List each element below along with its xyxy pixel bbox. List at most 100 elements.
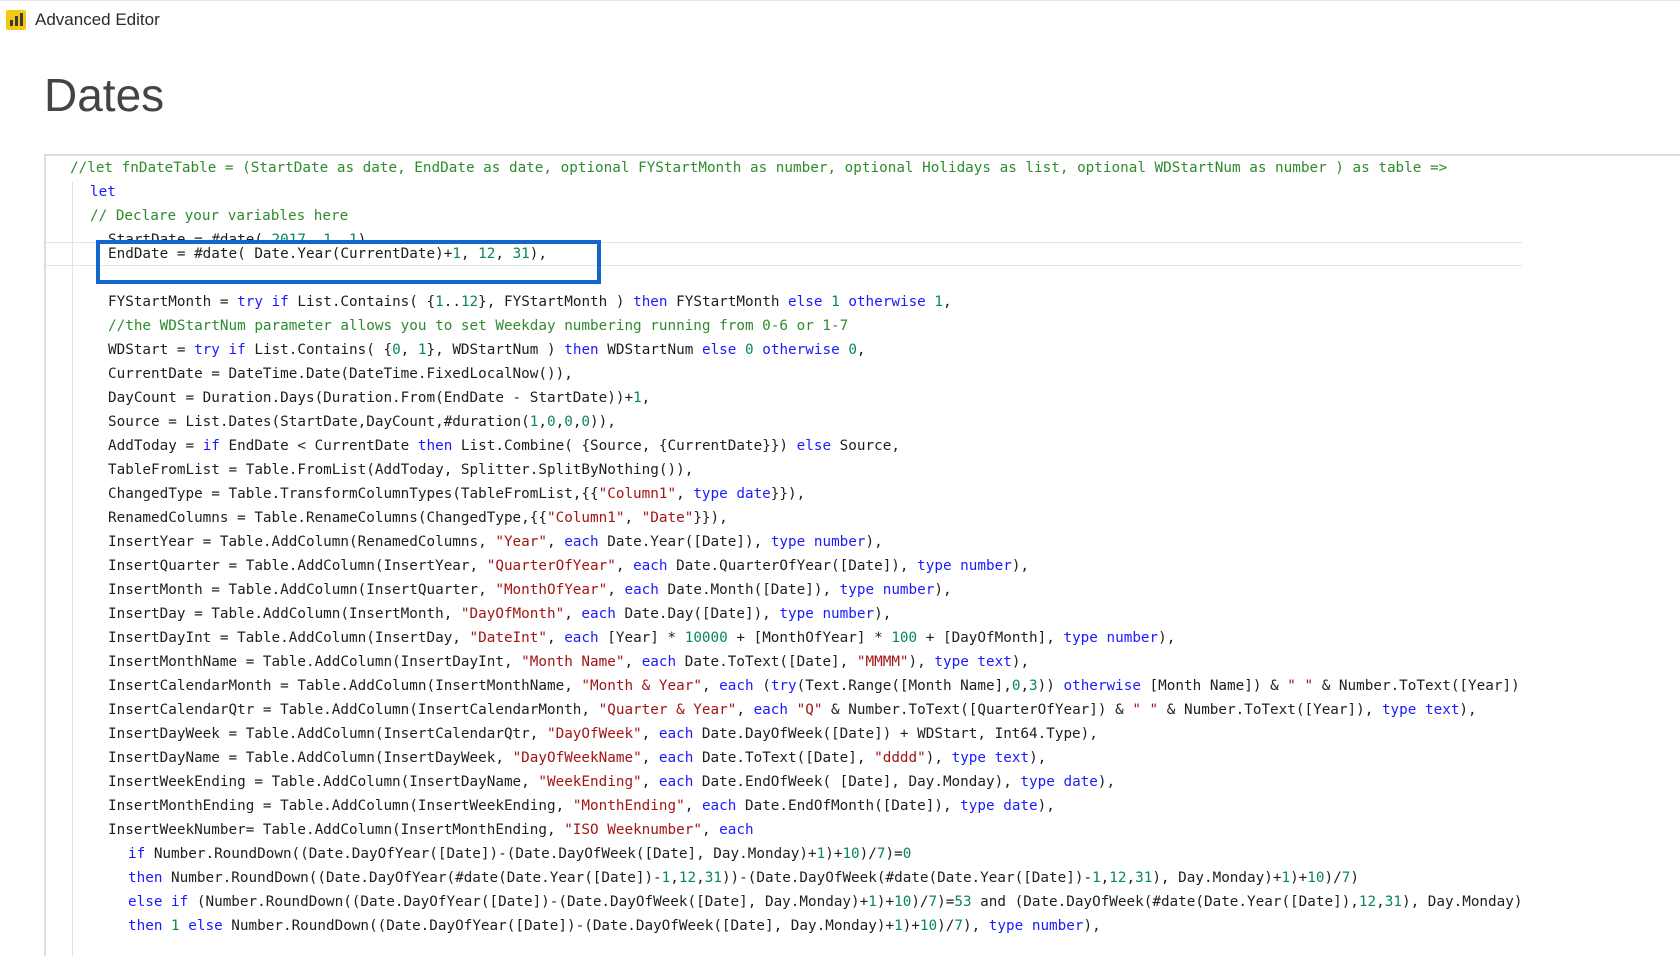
code-token: , [546, 630, 565, 646]
code-token: each [701, 798, 737, 814]
code-token: ), [357, 232, 375, 242]
code-token: 12 [1109, 870, 1127, 886]
code-line[interactable]: InsertDayInt = Table.AddColumn(InsertDay… [46, 626, 1522, 650]
code-token: ), [1459, 702, 1477, 718]
code-line[interactable]: InsertWeekNumber= Table.AddColumn(Insert… [46, 818, 1522, 842]
code-line[interactable]: EndDate = #date( Date.Year(CurrentDate)+… [46, 242, 1523, 266]
code-line[interactable]: then Number.RoundDown((Date.DayOfYear(#d… [46, 866, 1522, 890]
code-token: Date.ToText([Date], [676, 654, 857, 670]
code-line[interactable]: InsertCalendarMonth = Table.AddColumn(In… [46, 674, 1522, 698]
code-token: 1 [661, 870, 671, 886]
code-token: Date.EndOfMonth([Date]), [736, 798, 961, 814]
code-token: 12 [478, 246, 496, 262]
code-token: 12 [1358, 894, 1377, 910]
code-token: Date.ToText([Date], [693, 750, 875, 766]
code-token: Date.Year([Date]), [598, 534, 771, 550]
code-token: each [658, 750, 694, 766]
code-line[interactable]: //let fnDateTable = (StartDate as date, … [46, 156, 1522, 180]
code-token: 1 [452, 246, 461, 262]
code-line[interactable]: else if (Number.RoundDown((Date.DayOfYea… [46, 890, 1522, 914]
code-token: 1 [831, 294, 840, 310]
code-token: "Month & Year" [581, 678, 702, 694]
code-token: , [670, 870, 679, 886]
code-token: )/ [937, 918, 955, 934]
code-line[interactable]: InsertDay = Table.AddColumn(InsertMonth,… [46, 602, 1522, 626]
code-lines[interactable]: //let fnDateTable = (StartDate as date, … [46, 156, 1523, 938]
code-token: //let fnDateTable = (StartDate as date, … [70, 160, 1448, 176]
code-token: // Declare your variables here [90, 208, 349, 224]
code-line[interactable]: Source = List.Dates(StartDate,DayCount,#… [46, 410, 1522, 434]
code-line[interactable]: then 1 else Number.RoundDown((Date.DayOf… [46, 914, 1522, 938]
code-token: )/ [859, 846, 877, 862]
code-line[interactable]: ChangedType = Table.TransformColumnTypes… [46, 482, 1522, 506]
code-token: 1 [171, 918, 180, 934]
code-token: InsertDayWeek = Table.AddColumn(InsertCa… [108, 726, 547, 742]
code-token: type date [960, 798, 1038, 814]
code-token: , [1100, 870, 1110, 886]
code-token: ), [1029, 750, 1047, 766]
code-token: InsertMonth = Table.AddColumn(InsertQuar… [108, 582, 496, 598]
code-token: 10 [842, 846, 860, 862]
code-token: )+ [876, 894, 895, 910]
code-token: Date.Month([Date]), [658, 582, 840, 598]
code-line[interactable]: InsertDayName = Table.AddColumn(InsertDa… [46, 746, 1522, 770]
code-line[interactable]: InsertMonthEnding = Table.AddColumn(Inse… [46, 794, 1522, 818]
code-token: "DayOfMonth" [460, 606, 565, 622]
code-token: "Column1" [598, 486, 677, 502]
code-line[interactable]: InsertMonthName = Table.AddColumn(Insert… [46, 650, 1522, 674]
code-token: ( [753, 678, 771, 694]
code-line[interactable]: if Number.RoundDown((Date.DayOfYear([Dat… [46, 842, 1522, 866]
code-line[interactable] [46, 266, 1522, 290]
code-line[interactable]: WDStart = try if List.Contains( {0, 1}, … [46, 338, 1522, 362]
code-token: )/ [1324, 870, 1342, 886]
window-title: Advanced Editor [35, 10, 160, 29]
code-line[interactable]: DayCount = Duration.Days(Duration.From(E… [46, 386, 1522, 410]
code-token: ), Day.Monday)+ [1152, 870, 1282, 886]
code-line[interactable]: RenamedColumns = Table.RenameColumns(Cha… [46, 506, 1522, 530]
code-line[interactable]: TableFromList = Table.FromList(AddToday,… [46, 458, 1522, 482]
code-token: InsertYear = Table.AddColumn(RenamedColu… [108, 534, 496, 550]
code-line[interactable]: InsertMonth = Table.AddColumn(InsertQuar… [46, 578, 1522, 602]
code-line[interactable]: FYStartMonth = try if List.Contains( {1.… [46, 290, 1522, 314]
code-token: if [128, 846, 146, 862]
code-token: WDStart = [108, 342, 195, 358]
code-token: InsertQuarter = Table.AddColumn(InsertYe… [108, 558, 487, 574]
code-editor[interactable]: //let fnDateTable = (StartDate as date, … [44, 154, 1680, 956]
code-token: , [538, 414, 547, 430]
code-line[interactable]: InsertDayWeek = Table.AddColumn(InsertCa… [46, 722, 1522, 746]
code-token: ), [934, 582, 952, 598]
code-line[interactable]: InsertCalendarQtr = Table.AddColumn(Inse… [46, 698, 1522, 722]
code-token: //the WDStartNum parameter allows you to… [108, 318, 849, 334]
code-token: type number [1063, 630, 1159, 646]
code-token: CurrentDate = DateTime.Date(DateTime.Fix… [108, 366, 573, 382]
code-token: type number [839, 582, 935, 598]
code-token: )+ [902, 918, 920, 934]
code-token: ), [1011, 654, 1030, 670]
code-line[interactable]: CurrentDate = DateTime.Date(DateTime.Fix… [46, 362, 1522, 386]
code-line[interactable]: StartDate = #date( 2017, 1, 1), [46, 228, 1522, 242]
code-line[interactable]: InsertWeekEnding = Table.AddColumn(Inser… [46, 770, 1522, 794]
code-token: Source = List.Dates(StartDate,DayCount,#… [108, 414, 530, 430]
code-token: " " [1132, 702, 1159, 718]
code-line[interactable]: InsertYear = Table.AddColumn(RenamedColu… [46, 530, 1522, 554]
code-token: each [719, 822, 754, 838]
code-line[interactable]: InsertQuarter = Table.AddColumn(InsertYe… [46, 554, 1522, 578]
code-line[interactable]: // Declare your variables here [46, 204, 1522, 228]
code-token: }, FYStartMonth ) [478, 294, 634, 310]
code-token: 0 [564, 414, 573, 430]
code-token: , [676, 486, 694, 502]
code-token: type text [1381, 702, 1460, 718]
code-token: 100 [891, 630, 918, 646]
code-line[interactable]: AddToday = if EndDate < CurrentDate then… [46, 434, 1522, 458]
code-token: )/ [911, 894, 929, 910]
code-token: type number [988, 918, 1084, 934]
code-line[interactable]: //the WDStartNum parameter allows you to… [46, 314, 1522, 338]
code-token: InsertWeekNumber= Table.AddColumn(Insert… [108, 822, 565, 838]
code-token: 12 [460, 294, 479, 310]
code-token: , [564, 606, 582, 622]
code-line[interactable]: let [46, 180, 1522, 204]
code-token: "Month Name" [521, 654, 625, 670]
code-token: else [788, 294, 823, 310]
code-token: , [547, 534, 565, 550]
